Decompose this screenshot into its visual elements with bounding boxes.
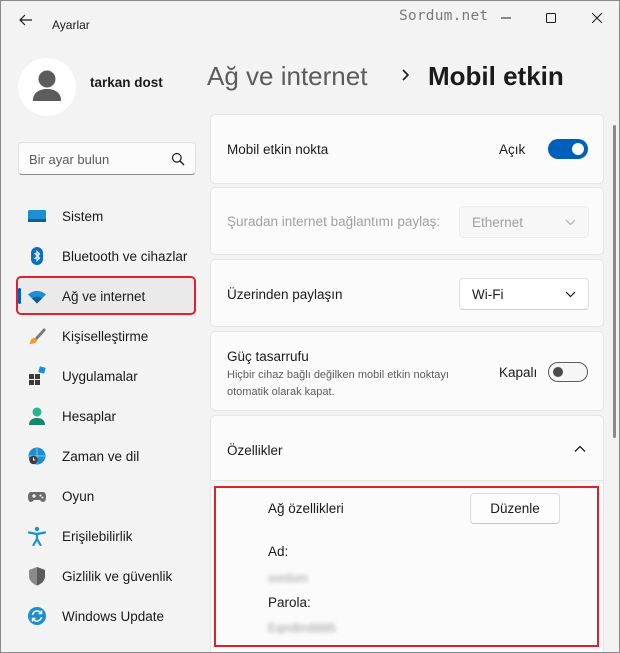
maximize-button[interactable] [528, 1, 574, 35]
scrollbar[interactable] [613, 125, 616, 438]
hotspot-label: Mobil etkin nokta [227, 142, 329, 157]
hotspot-state-text: Açık [499, 142, 526, 157]
hotspot-toggle[interactable] [548, 139, 588, 159]
chevron-down-icon [565, 291, 576, 298]
search-input[interactable] [29, 150, 169, 168]
share-over-label: Üzerinden paylaşın [227, 287, 343, 302]
sidebar-item-windows-update[interactable]: Windows Update [18, 598, 194, 634]
network-properties-title: Ağ özellikleri [268, 501, 344, 516]
breadcrumb-parent[interactable]: Ağ ve internet [207, 61, 367, 92]
toggle-knob [572, 143, 584, 155]
globe-clock-icon [28, 447, 46, 465]
account-person-icon [29, 407, 45, 425]
sidebar-item-system[interactable]: Sistem [18, 198, 194, 234]
shield-icon [29, 567, 45, 586]
share-from-value: Ethernet [472, 215, 524, 230]
power-saving-toggle[interactable] [548, 362, 588, 382]
sidebar-item-bluetooth[interactable]: Bluetooth ve cihazlar [18, 238, 194, 274]
sidebar-item-label: Gizlilik ve güvenlik [62, 569, 173, 584]
name-value: sordum [268, 571, 309, 585]
minimize-button[interactable] [483, 1, 529, 35]
share-from-label: Şuradan internet bağlantımı paylaş: [227, 214, 441, 229]
close-icon [592, 13, 602, 23]
hotspot-card: Mobil etkin nokta Açık [210, 114, 604, 184]
chevron-right-icon [402, 69, 410, 81]
back-arrow-icon [19, 14, 32, 26]
back-button[interactable] [15, 11, 37, 29]
sidebar-item-label: Zaman ve dil [62, 449, 140, 464]
sidebar-item-label: Erişilebilirlik [62, 529, 133, 544]
sidebar-item-label: Windows Update [62, 609, 165, 624]
sidebar-item-label: Bluetooth ve cihazlar [62, 249, 188, 264]
highlight-box-network [16, 276, 196, 315]
settings-window: Ayarlar Sordum.net tarkan dost Sistem [0, 0, 620, 653]
sidebar-item-accessibility[interactable]: Erişilebilirlik [18, 518, 194, 554]
properties-label: Özellikler [227, 443, 283, 458]
sidebar-item-gaming[interactable]: Oyun [18, 478, 194, 514]
sidebar-item-label: Sistem [62, 209, 104, 224]
minimize-icon [501, 17, 511, 19]
sidebar-item-label: Hesaplar [62, 409, 117, 424]
properties-expander[interactable]: Özellikler [210, 415, 604, 481]
watermark-text: Sordum.net [399, 8, 489, 24]
title-bar: Ayarlar Sordum.net [1, 1, 619, 37]
share-over-dropdown[interactable]: Wi-Fi [459, 278, 589, 310]
apps-icon [29, 366, 46, 385]
page-title: Mobil etkin [428, 61, 564, 91]
avatar [18, 58, 76, 116]
password-label: Parola: [268, 595, 311, 610]
bluetooth-icon [31, 247, 43, 265]
windows-update-icon [28, 607, 46, 625]
gamepad-icon [28, 492, 46, 502]
power-saving-label: Güç tasarrufu [227, 349, 309, 364]
share-from-card: Şuradan internet bağlantımı paylaş: Ethe… [210, 187, 604, 255]
paintbrush-icon [29, 328, 46, 344]
power-saving-card: Güç tasarrufu Hiçbir cihaz bağlı değilke… [210, 331, 604, 411]
share-from-dropdown[interactable]: Ethernet [459, 206, 589, 238]
search-icon [171, 152, 185, 166]
settings-search[interactable] [18, 142, 196, 175]
edit-button[interactable]: Düzenle [470, 493, 560, 524]
password-value: Eqm8m8885 [268, 621, 337, 635]
user-name: tarkan dost [90, 75, 163, 90]
sidebar-item-label: Oyun [62, 489, 95, 504]
app-title: Ayarlar [52, 18, 90, 32]
maximize-icon [546, 13, 556, 23]
sidebar-item-label: Uygulamalar [62, 369, 138, 384]
close-button[interactable] [574, 1, 619, 35]
sidebar-item-label: Kişiselleştirme [62, 329, 149, 344]
power-saving-description: Hiçbir cihaz bağlı değilken mobil etkin … [227, 369, 449, 398]
sidebar-item-privacy[interactable]: Gizlilik ve güvenlik [18, 558, 194, 594]
share-over-value: Wi-Fi [472, 287, 504, 302]
power-saving-state-text: Kapalı [499, 365, 538, 380]
chevron-down-icon [565, 219, 576, 226]
toggle-knob [553, 367, 563, 377]
sidebar-item-time-language[interactable]: Zaman ve dil [18, 438, 194, 474]
person-placeholder-icon [33, 70, 61, 101]
sidebar-item-accounts[interactable]: Hesaplar [18, 398, 194, 434]
chevron-up-icon [574, 445, 586, 452]
sidebar-item-personalization[interactable]: Kişiselleştirme [18, 318, 194, 354]
name-label: Ad: [268, 544, 289, 559]
accessibility-icon [27, 526, 47, 546]
share-over-card: Üzerinden paylaşın Wi-Fi [210, 259, 604, 327]
system-monitor-icon [28, 210, 46, 222]
sidebar-item-apps[interactable]: Uygulamalar [18, 358, 194, 394]
